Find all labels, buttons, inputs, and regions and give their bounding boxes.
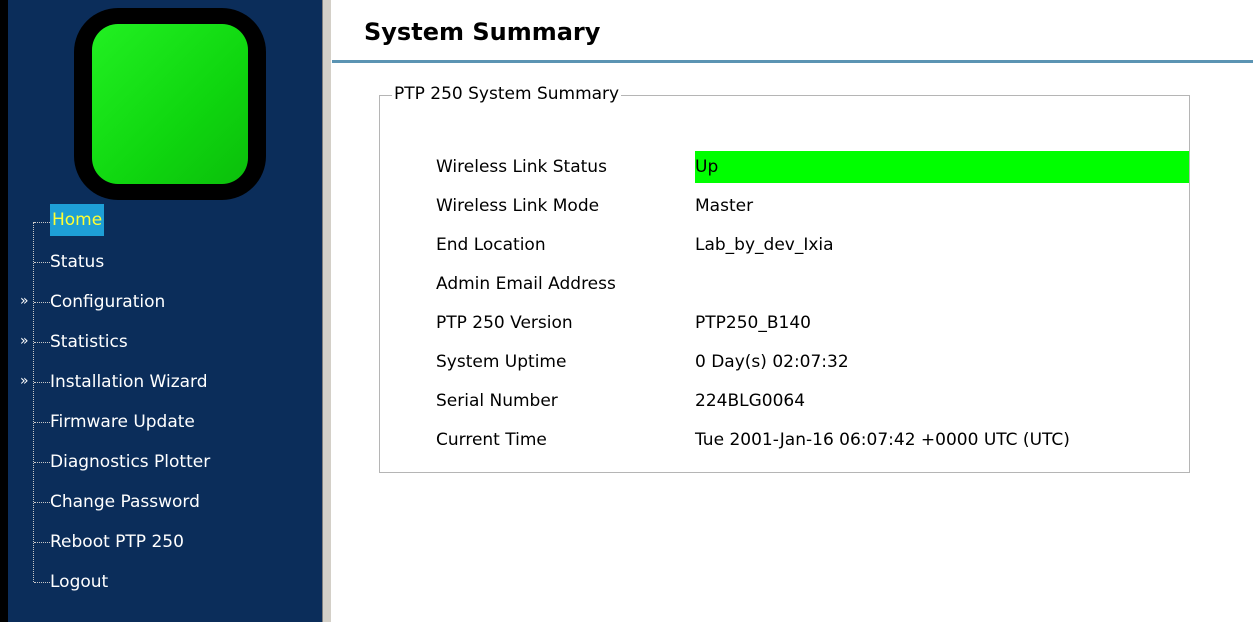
expand-icon[interactable]: » — [20, 334, 34, 348]
sidebar-item-label[interactable]: Statistics — [50, 332, 128, 352]
table-row: End Location Lab_by_dev_Ixia — [436, 225, 1189, 264]
link-status-badge: Up — [695, 150, 1189, 183]
row-value: Tue 2001-Jan-16 06:07:42 +0000 UTC (UTC) — [695, 429, 1070, 450]
tree-connector — [34, 302, 50, 303]
sidebar-item-label[interactable]: Installation Wizard — [50, 372, 208, 392]
app-window: Home Status » Configuration » Statistics… — [0, 0, 1253, 622]
row-value: Master — [695, 195, 754, 216]
tree-connector — [34, 582, 50, 583]
status-logo-green — [92, 24, 248, 184]
sidebar-item-home[interactable]: Home — [20, 202, 320, 242]
row-key: Serial Number — [436, 390, 558, 411]
tree-connector — [34, 462, 50, 463]
row-key: Wireless Link Mode — [436, 195, 600, 216]
row-value: PTP250_B140 — [695, 312, 811, 333]
summary-table: Wireless Link Status Up Wireless Link Mo… — [436, 147, 1189, 459]
tree-connector — [34, 382, 50, 383]
row-key: PTP 250 Version — [436, 312, 573, 333]
row-key: System Uptime — [436, 351, 567, 372]
status-logo — [74, 8, 266, 200]
row-value — [695, 264, 1189, 303]
sidebar-item-statistics[interactable]: » Statistics — [20, 322, 320, 362]
sidebar-item-firmware-update[interactable]: Firmware Update — [20, 402, 320, 442]
row-value: Lab_by_dev_Ixia — [695, 234, 834, 255]
row-key: Admin Email Address — [436, 273, 616, 294]
system-summary-panel: PTP 250 System Summary Wireless Link Sta… — [379, 84, 1190, 473]
expand-icon[interactable]: » — [20, 374, 34, 388]
table-row: Current Time Tue 2001-Jan-16 06:07:42 +0… — [436, 420, 1189, 459]
tree-connector — [34, 222, 50, 223]
row-value: 0 Day(s) 02:07:32 — [695, 351, 849, 372]
main-content: System Summary PTP 250 System Summary Wi… — [332, 0, 1253, 622]
tree-connector — [34, 342, 50, 343]
sidebar-item-configuration[interactable]: » Configuration — [20, 282, 320, 322]
row-value: 224BLG0064 — [695, 390, 806, 411]
sidebar-item-status[interactable]: Status — [20, 242, 320, 282]
sidebar-item-label[interactable]: Firmware Update — [50, 412, 195, 432]
sidebar-item-installation-wizard[interactable]: » Installation Wizard — [20, 362, 320, 402]
table-row: System Uptime 0 Day(s) 02:07:32 — [436, 342, 1189, 381]
panel-legend: PTP 250 System Summary — [392, 84, 622, 104]
row-key: Wireless Link Status — [436, 156, 607, 177]
sidebar-item-reboot[interactable]: Reboot PTP 250 — [20, 522, 320, 562]
sidebar-item-label[interactable]: Home — [50, 204, 105, 236]
sidebar-item-change-password[interactable]: Change Password — [20, 482, 320, 522]
sidebar-item-label[interactable]: Configuration — [50, 292, 165, 312]
table-row: PTP 250 Version PTP250_B140 — [436, 303, 1189, 342]
tree-connector — [34, 262, 50, 263]
sidebar-item-label[interactable]: Diagnostics Plotter — [50, 452, 210, 472]
sidebar-item-label[interactable]: Change Password — [50, 492, 200, 512]
row-key: Current Time — [436, 429, 547, 450]
table-row: Admin Email Address — [436, 264, 1189, 303]
sidebar-item-diagnostics-plotter[interactable]: Diagnostics Plotter — [20, 442, 320, 482]
tree-connector — [34, 422, 50, 423]
expand-icon[interactable]: » — [20, 294, 34, 308]
table-row: Wireless Link Status Up — [436, 147, 1189, 186]
sidebar-item-label[interactable]: Reboot PTP 250 — [50, 532, 184, 552]
sidebar-nav: Home Status » Configuration » Statistics… — [20, 202, 320, 602]
table-row: Serial Number 224BLG0064 — [436, 381, 1189, 420]
sidebar-item-label[interactable]: Logout — [50, 572, 108, 592]
title-underline — [332, 60, 1253, 63]
frame-divider[interactable] — [322, 0, 332, 622]
page-title: System Summary — [364, 18, 601, 46]
sidebar-item-label[interactable]: Status — [50, 252, 104, 272]
tree-connector — [34, 542, 50, 543]
row-key: End Location — [436, 234, 546, 255]
table-row: Wireless Link Mode Master — [436, 186, 1189, 225]
tree-connector — [34, 502, 50, 503]
sidebar-item-logout[interactable]: Logout — [20, 562, 320, 602]
sidebar: Home Status » Configuration » Statistics… — [0, 0, 322, 622]
row-value: Up — [695, 147, 1189, 186]
